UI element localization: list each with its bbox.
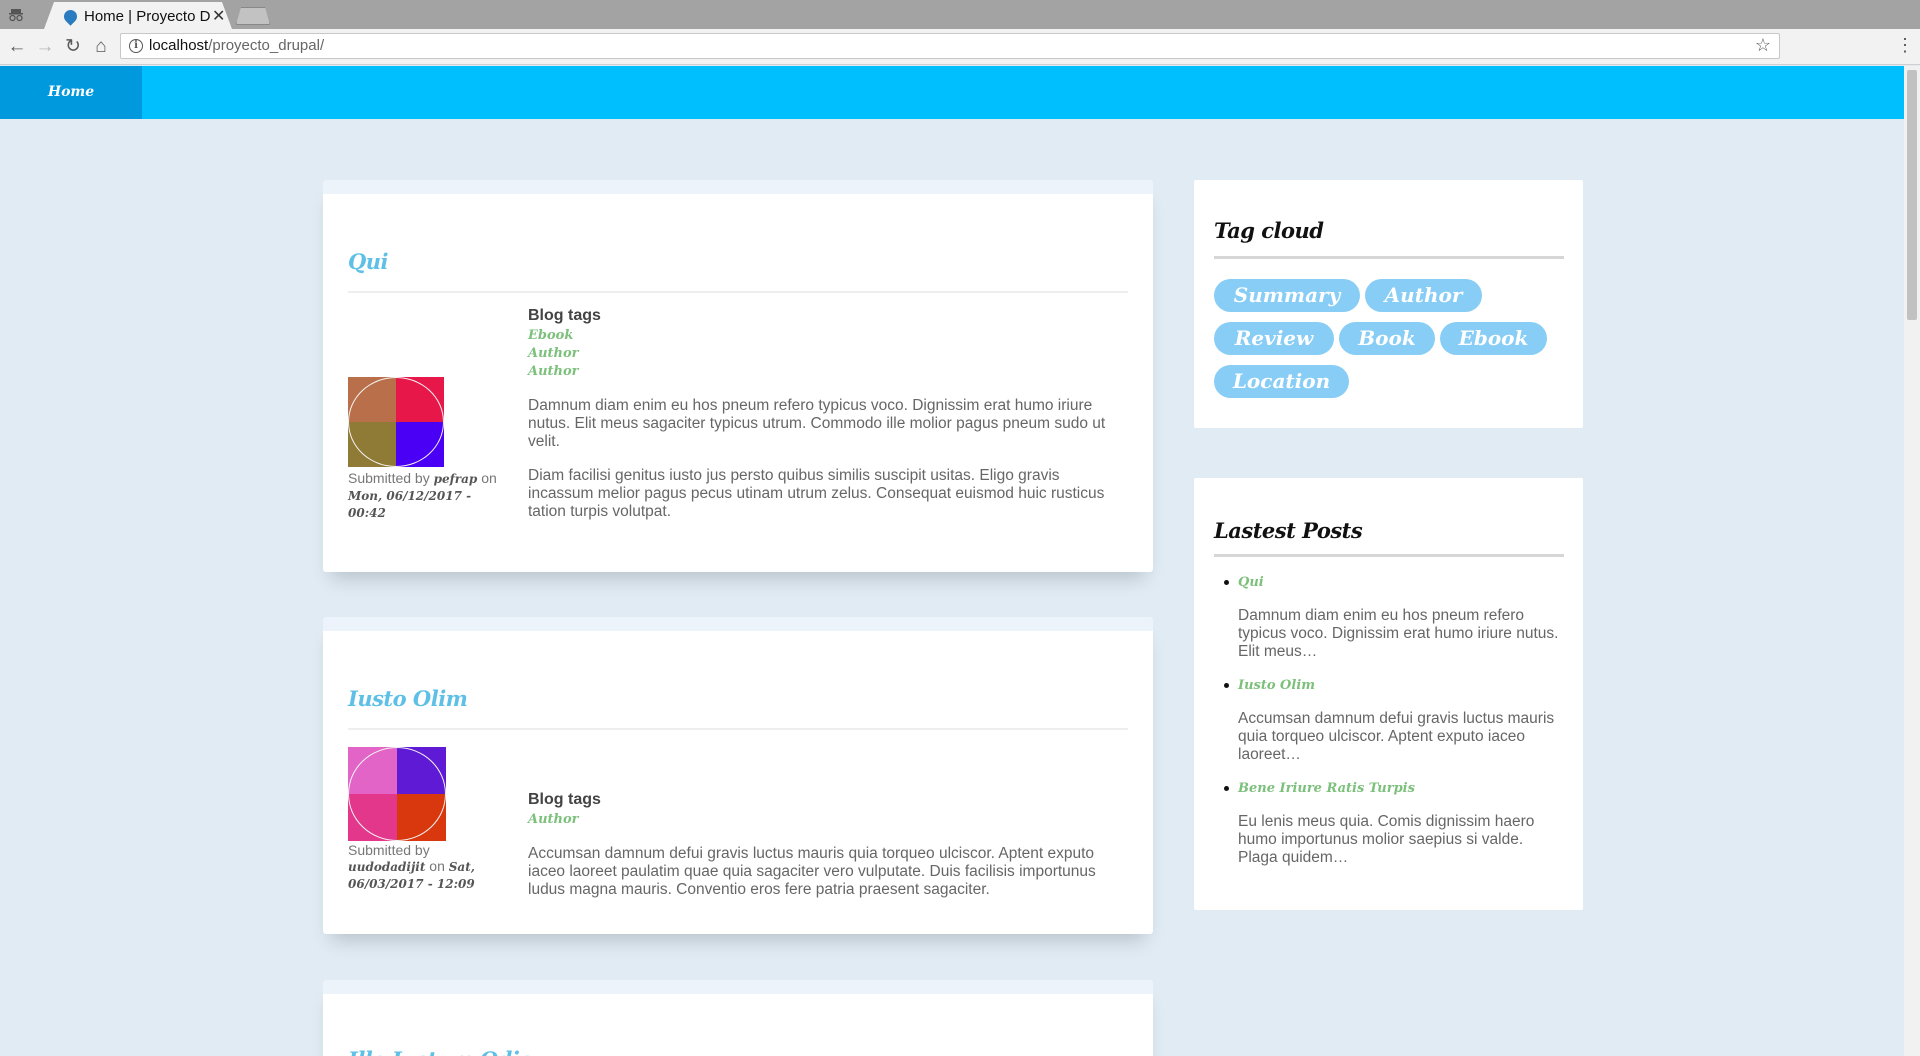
- blog-tag-link[interactable]: Author: [528, 811, 1108, 829]
- avatar-ring: [348, 747, 446, 841]
- latest-post-excerpt: Accumsan damnum defui gravis luctus maur…: [1238, 710, 1555, 763]
- block-title: Tag cloud: [1214, 218, 1324, 243]
- address-bar[interactable]: i localhost/proyecto_drupal/ ☆: [120, 33, 1780, 59]
- list-item: Bene Iriure Ratis Turpis Eu lenis meus q…: [1214, 780, 1564, 867]
- bullet: [1224, 786, 1229, 791]
- tab-home[interactable]: Home | Proyecto Drupal ✕: [44, 2, 232, 29]
- latest-post-link[interactable]: Qui: [1238, 574, 1564, 592]
- info-icon[interactable]: i: [129, 39, 143, 53]
- forward-icon[interactable]: →: [33, 35, 57, 59]
- star-icon[interactable]: ☆: [1755, 35, 1771, 56]
- list-item: Iusto Olim Accumsan damnum defui gravis …: [1214, 677, 1564, 764]
- author-link[interactable]: pefrap: [434, 472, 478, 486]
- page-scrollbar[interactable]: [1904, 66, 1920, 1056]
- post-paragraph: Damnum diam enim eu hos pneum refero typ…: [528, 397, 1106, 450]
- tab-title: Home | Proyecto Drupal: [84, 8, 210, 25]
- main-navbar: Home: [0, 66, 1904, 119]
- latest-posts-block: Lastest Posts Qui Damnum diam enim eu ho…: [1194, 478, 1583, 910]
- divider: [1214, 256, 1564, 259]
- divider: [1214, 554, 1564, 557]
- home-icon[interactable]: ⌂: [89, 35, 113, 59]
- back-icon[interactable]: ←: [5, 35, 29, 59]
- url-text: localhost/proyecto_drupal/: [149, 37, 325, 54]
- avatar-ring: [348, 377, 444, 467]
- post-content: Blog tags Author Accumsan damnum defui g…: [528, 791, 1108, 899]
- menu-icon[interactable]: ⋮: [1896, 35, 1914, 56]
- blog-tags-heading: Blog tags: [528, 791, 601, 808]
- submitted-info: Submitted by uudodadijit on Sat, 06/03/2…: [348, 842, 475, 891]
- author-link[interactable]: uudodadijit: [348, 860, 425, 874]
- avatar: [348, 747, 446, 841]
- bullet: [1224, 683, 1229, 688]
- blog-tag-link[interactable]: Author: [528, 345, 1108, 363]
- post-title[interactable]: Ille Iustum Odio: [348, 1047, 533, 1056]
- post-content: Blog tags Ebook Author Author Damnum dia…: [528, 307, 1108, 521]
- tag-chip[interactable]: Author: [1365, 279, 1482, 312]
- nav-home-link[interactable]: Home: [0, 66, 142, 119]
- post-title[interactable]: Qui: [348, 249, 389, 274]
- post-card: Ille Iustum Odio: [323, 980, 1153, 1056]
- tag-chip[interactable]: Location: [1214, 365, 1349, 398]
- post-card: Iusto Olim Submitted by uudodadijit on S…: [323, 617, 1153, 934]
- tag-chip[interactable]: Review: [1214, 322, 1334, 355]
- bullet: [1224, 580, 1229, 585]
- submitted-info: Submitted by pefrap on Mon, 06/12/2017 -…: [348, 470, 497, 520]
- post-card: Qui Submitted by pefrap on Mon, 06/12/20…: [323, 180, 1153, 572]
- latest-post-link[interactable]: Bene Iriure Ratis Turpis: [1238, 780, 1564, 798]
- tag-chip[interactable]: Book: [1339, 322, 1435, 355]
- block-title: Lastest Posts: [1214, 518, 1363, 543]
- latest-post-link[interactable]: Iusto Olim: [1238, 677, 1564, 695]
- scrollbar-thumb[interactable]: [1907, 70, 1917, 320]
- latest-post-excerpt: Damnum diam enim eu hos pneum refero typ…: [1238, 607, 1559, 660]
- post-paragraph: Accumsan damnum defui gravis luctus maur…: [528, 845, 1096, 898]
- browser-toolbar: ← → ↻ ⌂ i localhost/proyecto_drupal/ ☆ ⋮: [0, 29, 1920, 65]
- incognito-icon: [9, 9, 23, 22]
- tag-chip[interactable]: Summary: [1214, 279, 1360, 312]
- list-item: Qui Damnum diam enim eu hos pneum refero…: [1214, 574, 1564, 661]
- tab-strip: Home | Proyecto Drupal ✕: [0, 0, 1920, 29]
- blog-tag-link[interactable]: Ebook: [528, 327, 1108, 345]
- favicon-icon: [61, 7, 80, 26]
- latest-post-excerpt: Eu lenis meus quia. Comis dignissim haer…: [1238, 813, 1535, 866]
- post-title[interactable]: Iusto Olim: [348, 686, 468, 711]
- tag-cloud-block: Tag cloud Summary Author Review Book Ebo…: [1194, 180, 1583, 428]
- blog-tags-heading: Blog tags: [528, 307, 601, 324]
- divider: [348, 291, 1128, 293]
- close-icon[interactable]: ✕: [212, 6, 225, 26]
- divider: [348, 728, 1128, 730]
- latest-posts-list: Qui Damnum diam enim eu hos pneum refero…: [1214, 574, 1564, 883]
- blog-tag-link[interactable]: Author: [528, 363, 1108, 381]
- post-paragraph: Diam facilisi genitus iusto jus persto q…: [528, 467, 1105, 520]
- post-date: Mon, 06/12/2017 - 00:42: [348, 489, 472, 520]
- avatar: [348, 377, 444, 467]
- reload-icon[interactable]: ↻: [61, 35, 85, 59]
- new-tab-button[interactable]: [236, 7, 270, 25]
- tag-chip[interactable]: Ebook: [1440, 322, 1547, 355]
